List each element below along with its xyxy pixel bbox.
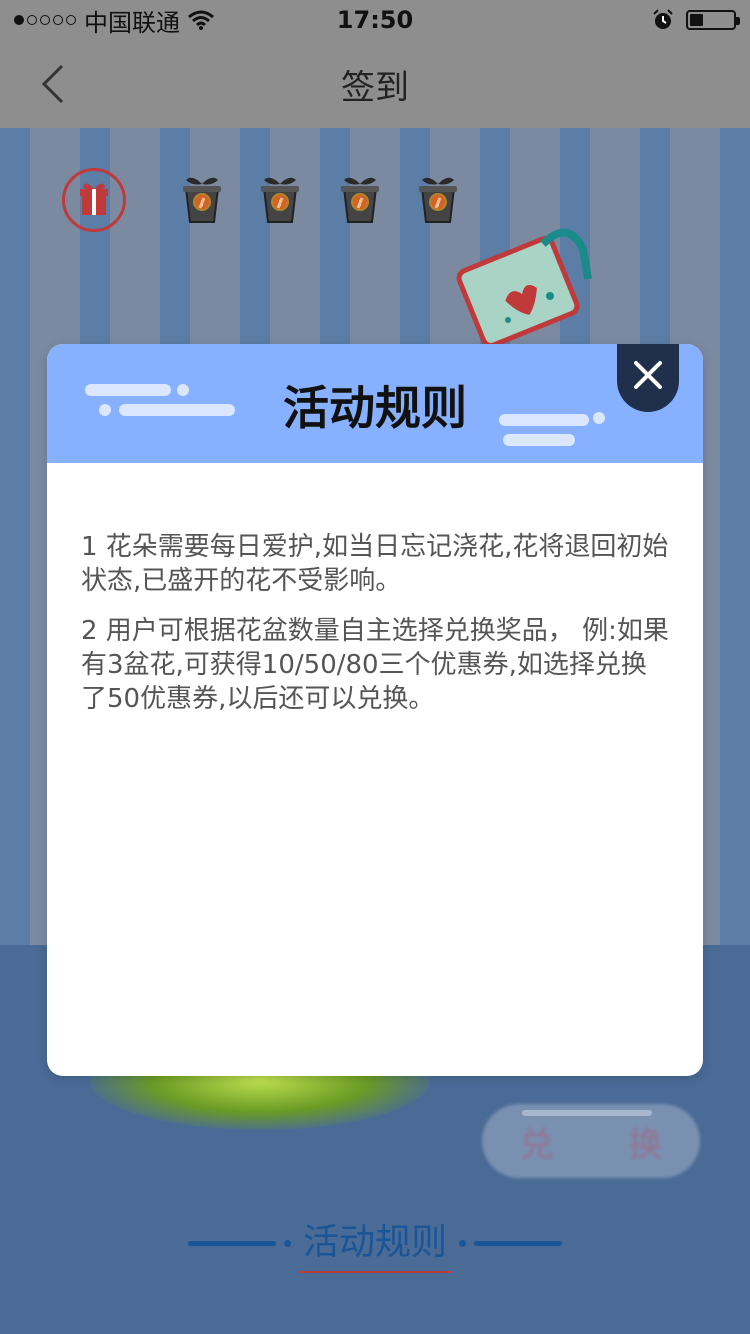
modal-title: 活动规则	[283, 381, 467, 435]
rules-modal: 活动规则 1 花朵需要每日爱护,如当日忘记浇花,花将退回初始状态,已盛开的花不受…	[47, 344, 703, 1076]
modal-body: 1 花朵需要每日爱护,如当日忘记浇花,花将退回初始状态,已盛开的花不受影响。 2…	[81, 530, 671, 732]
close-icon	[634, 361, 662, 389]
close-button[interactable]	[617, 344, 679, 412]
modal-header: 活动规则	[47, 344, 703, 463]
rule-item-1: 1 花朵需要每日爱护,如当日忘记浇花,花将退回初始状态,已盛开的花不受影响。	[81, 532, 669, 596]
rule-item-2: 2 用户可根据花盆数量自主选择兑换奖品， 例:如果有3盆花,可获得10/50/8…	[81, 616, 669, 714]
